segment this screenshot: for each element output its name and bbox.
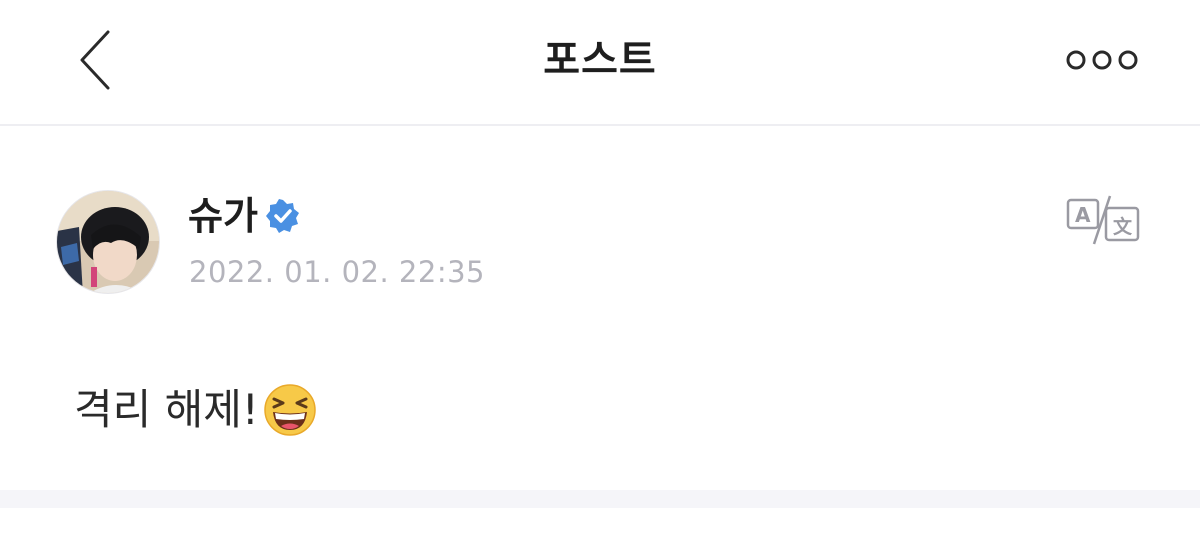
svg-text:文: 文 — [1113, 215, 1133, 238]
more-options-button[interactable] — [1062, 44, 1142, 76]
page-title: 포스트 — [543, 37, 657, 83]
post-body: 격리 해제! — [74, 378, 317, 442]
more-dots-icon — [1066, 50, 1138, 70]
svg-text:A: A — [1075, 203, 1091, 227]
author-name[interactable]: 슈가 — [188, 192, 258, 240]
translate-icon: A 文 — [1066, 195, 1140, 245]
avatar[interactable] — [56, 190, 160, 294]
grinning-squinting-face-emoji — [263, 383, 317, 437]
author-row: 슈가 — [188, 192, 300, 240]
post-text: 격리 해제! — [74, 385, 259, 434]
bottom-area — [0, 508, 1200, 541]
avatar-image — [57, 191, 159, 293]
top-nav-bar: 포스트 — [0, 0, 1200, 126]
post-timestamp: 2022. 01. 02. 22:35 — [189, 255, 485, 289]
post-card: 슈가 2022. 01. 02. 22:35 A 文 격리 해제! — [0, 126, 1200, 490]
verified-badge-icon — [265, 199, 300, 233]
section-divider — [0, 490, 1200, 508]
translate-button[interactable]: A 文 — [1066, 192, 1140, 246]
